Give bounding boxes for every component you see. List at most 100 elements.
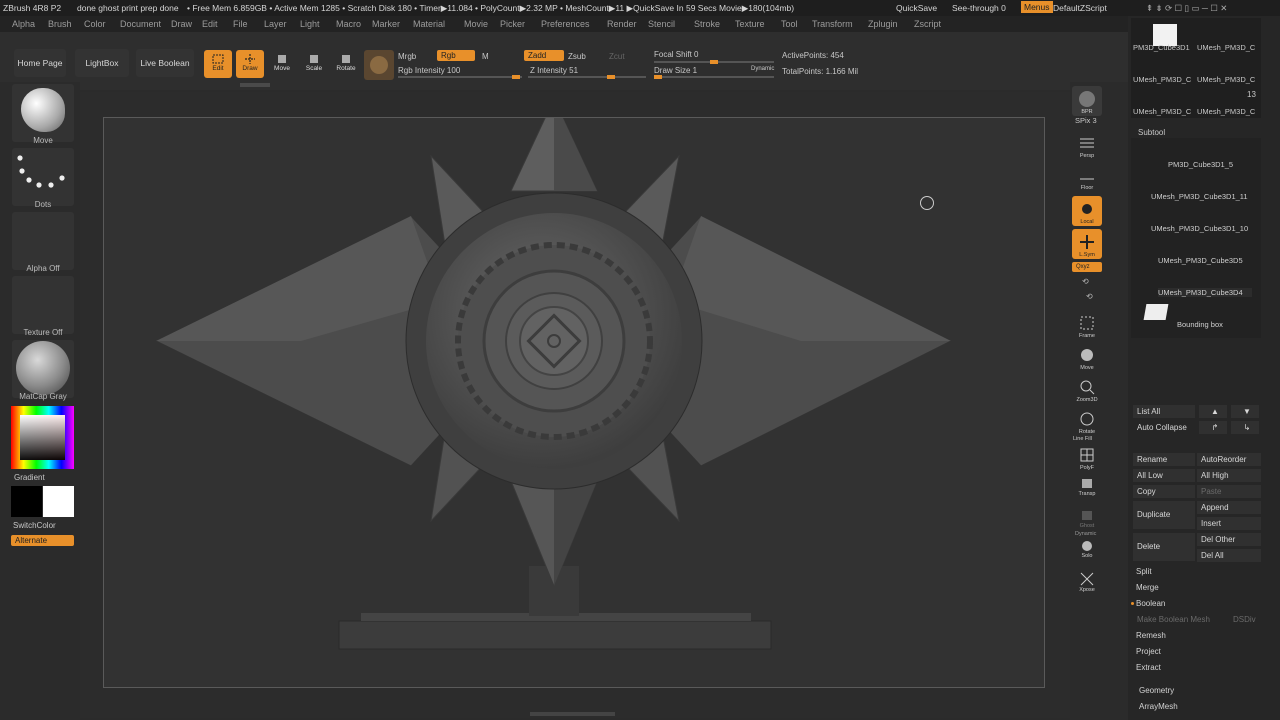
ghost-trap-sculpt[interactable]	[104, 118, 1044, 687]
project-section[interactable]: Project	[1133, 645, 1262, 659]
menu-texture[interactable]: Texture	[735, 19, 765, 29]
subtool-item-selected[interactable]: UMesh_PM3D_Cube3D4	[1158, 288, 1252, 297]
arrow-down-icon[interactable]: ↳	[1231, 421, 1259, 434]
color-picker-square[interactable]	[20, 415, 65, 460]
color-picker[interactable]	[11, 406, 74, 469]
del-all-button[interactable]: Del All	[1197, 549, 1261, 562]
menu-draw[interactable]: Draw	[171, 19, 192, 29]
m-button[interactable]: M	[482, 52, 489, 61]
rgb-intensity-slider[interactable]: Rgb Intensity 100	[398, 66, 460, 75]
array-mesh-section[interactable]: ArrayMesh	[1133, 700, 1265, 714]
bpr-button[interactable]: BPR	[1072, 86, 1102, 116]
menu-macro[interactable]: Macro	[336, 19, 361, 29]
all-high-button[interactable]: All High	[1197, 469, 1261, 482]
subtool-list[interactable]: PM3D_Cube3D1_5 UMesh_PM3D_Cube3D1_11 UMe…	[1131, 138, 1261, 338]
menu-zplugin[interactable]: Zplugin	[868, 19, 898, 29]
arrow-up-icon[interactable]: ↱	[1199, 421, 1227, 434]
menu-file[interactable]: File	[233, 19, 248, 29]
duplicate-button[interactable]: Duplicate	[1133, 501, 1195, 529]
paste-button[interactable]: Paste	[1197, 485, 1261, 498]
merge-section[interactable]: Merge	[1133, 581, 1262, 595]
material-selector[interactable]	[12, 340, 74, 398]
menu-layer[interactable]: Layer	[264, 19, 287, 29]
subtool-item[interactable]: PM3D_Cube3D1_5	[1168, 160, 1280, 169]
append-button[interactable]: Append	[1197, 501, 1261, 514]
list-all-button[interactable]: List All	[1133, 405, 1195, 418]
edit-mode-button[interactable]: Edit	[204, 50, 232, 78]
move-view-button[interactable]: Move	[1072, 342, 1102, 372]
delete-button[interactable]: Delete	[1133, 533, 1195, 561]
quicksave-button[interactable]: QuickSave	[896, 3, 937, 13]
geometry-section[interactable]: Geometry	[1133, 684, 1265, 698]
menu-render[interactable]: Render	[607, 19, 637, 29]
z-intensity-track[interactable]	[528, 75, 646, 79]
canvas-scroll-handle[interactable]	[530, 712, 615, 716]
menu-stencil[interactable]: Stencil	[648, 19, 675, 29]
secondary-color-swatch[interactable]	[11, 486, 42, 517]
document-viewport[interactable]	[103, 117, 1045, 688]
menu-material[interactable]: Material	[413, 19, 445, 29]
zsub-button[interactable]: Zsub	[568, 52, 586, 61]
rename-button[interactable]: Rename	[1133, 453, 1195, 466]
rgb-intensity-track[interactable]	[398, 75, 522, 79]
menu-transform[interactable]: Transform	[812, 19, 853, 29]
transp-button[interactable]: Transp	[1072, 474, 1102, 504]
focal-shift-track[interactable]	[654, 60, 774, 64]
main-color-swatch[interactable]	[43, 486, 74, 517]
rotate-mode-button[interactable]: Rotate	[332, 50, 360, 78]
dynamic-toggle[interactable]: Dynamic	[751, 66, 774, 72]
tool-thumbnails[interactable]: PM3D_Cube3D1 UMesh_PM3D_C UMesh_PM3D_C U…	[1131, 18, 1261, 118]
del-other-button[interactable]: Del Other	[1197, 533, 1261, 546]
menu-document[interactable]: Document	[120, 19, 161, 29]
menu-edit[interactable]: Edit	[202, 19, 218, 29]
menus-toggle[interactable]: Menus	[1021, 1, 1053, 13]
stroke-selector[interactable]	[12, 148, 74, 206]
auto-collapse-button[interactable]: Auto Collapse	[1133, 421, 1195, 434]
window-controls[interactable]: ⇞ ⇟ ⟳ ☐ ▯ ▭ ─ ☐ ✕	[1146, 3, 1227, 14]
see-through-slider[interactable]: See-through 0	[952, 3, 1006, 13]
xpose-button[interactable]: Xpose	[1072, 566, 1102, 596]
zoom3d-button[interactable]: Zoom3D	[1072, 374, 1102, 404]
subtool-item[interactable]: UMesh_PM3D_Cube3D5	[1158, 256, 1280, 265]
alternate-button[interactable]: Alternate	[11, 535, 74, 546]
material-swatch[interactable]	[364, 50, 394, 80]
brush-selector[interactable]	[12, 84, 74, 142]
split-section[interactable]: Split	[1133, 565, 1262, 579]
xyz-button[interactable]: Qxyz	[1072, 262, 1102, 272]
texture-selector[interactable]	[12, 276, 74, 334]
remesh-section[interactable]: Remesh	[1133, 629, 1262, 643]
switch-color-button[interactable]: SwitchColor	[13, 521, 56, 530]
boolean-section[interactable]: Boolean	[1133, 597, 1262, 611]
zcut-button[interactable]: Zcut	[609, 52, 625, 61]
menu-brush[interactable]: Brush	[48, 19, 72, 29]
menu-picker[interactable]: Picker	[500, 19, 525, 29]
rgb-button[interactable]: Rgb	[437, 50, 475, 61]
scale-mode-button[interactable]: Scale	[300, 50, 328, 78]
shelf-scroll-handle[interactable]	[240, 83, 270, 87]
all-low-button[interactable]: All Low	[1133, 469, 1195, 482]
floor-button[interactable]: Floor	[1072, 162, 1102, 192]
frame-button[interactable]: Frame	[1072, 310, 1102, 340]
extract-section[interactable]: Extract	[1133, 661, 1262, 675]
z-intensity-slider[interactable]: Z Intensity 51	[530, 66, 578, 75]
move-down-icon[interactable]: ▼	[1231, 405, 1259, 418]
live-boolean-button[interactable]: Live Boolean	[136, 49, 194, 77]
alpha-selector[interactable]	[12, 212, 74, 270]
polyf-button[interactable]: PolyF	[1072, 442, 1102, 472]
menu-movie[interactable]: Movie	[464, 19, 488, 29]
menu-stroke[interactable]: Stroke	[694, 19, 720, 29]
subtool-item[interactable]: UMesh_PM3D_Cube3D1_11	[1151, 192, 1277, 201]
menu-alpha[interactable]: Alpha	[12, 19, 35, 29]
persp-button[interactable]: Persp	[1072, 130, 1102, 160]
menu-zscript[interactable]: Zscript	[914, 19, 941, 29]
auto-reorder-button[interactable]: AutoReorder	[1197, 453, 1261, 466]
insert-button[interactable]: Insert	[1197, 517, 1261, 530]
zadd-button[interactable]: Zadd	[524, 50, 564, 61]
menu-marker[interactable]: Marker	[372, 19, 400, 29]
rotate-view-button[interactable]: Rotate	[1072, 406, 1102, 436]
home-page-button[interactable]: Home Page	[14, 49, 66, 77]
draw-mode-button[interactable]: Draw	[236, 50, 264, 78]
subtool-item[interactable]: Bounding box	[1177, 320, 1280, 329]
menu-color[interactable]: Color	[84, 19, 106, 29]
copy-button[interactable]: Copy	[1133, 485, 1195, 498]
